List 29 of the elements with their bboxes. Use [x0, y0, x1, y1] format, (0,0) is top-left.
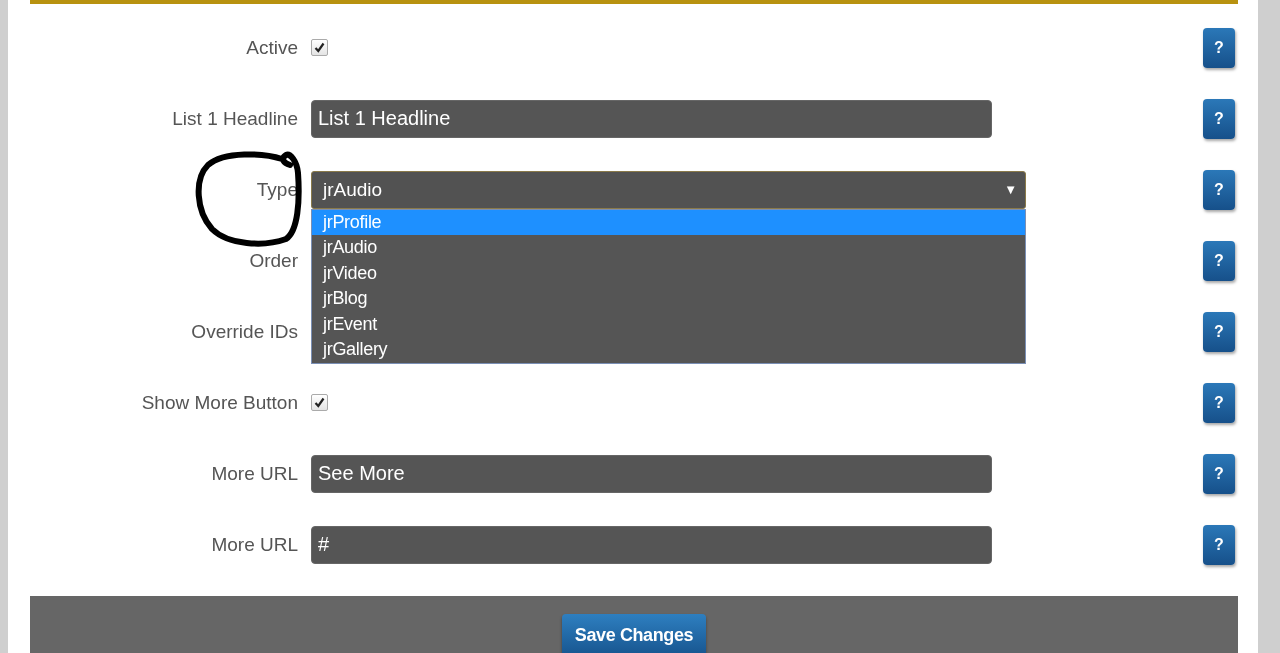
help-button[interactable]: ?: [1203, 27, 1235, 68]
field-label: More URL: [211, 533, 298, 556]
help-button[interactable]: ?: [1203, 524, 1235, 565]
text-field[interactable]: #: [311, 525, 992, 564]
text-field[interactable]: See More: [311, 454, 992, 493]
help-button[interactable]: ?: [1203, 98, 1235, 139]
dropdown-option[interactable]: jrVideo: [312, 260, 1025, 287]
help-button[interactable]: ?: [1203, 311, 1235, 352]
dropdown-option[interactable]: jrAudio: [312, 235, 1025, 261]
field-label: Override IDs: [191, 320, 298, 343]
dropdown-option[interactable]: jrBlog: [312, 286, 1025, 312]
text-field[interactable]: List 1 Headline: [311, 99, 992, 138]
field-label: Active: [246, 36, 298, 59]
checkbox[interactable]: [311, 394, 328, 411]
checkbox[interactable]: [311, 39, 328, 56]
type-dropdown[interactable]: jrAudio ▼: [311, 170, 1026, 209]
field-label: Order: [249, 249, 298, 272]
dropdown-option[interactable]: jrProfile: [312, 209, 1025, 236]
dropdown-option[interactable]: jrEvent: [312, 311, 1025, 338]
dropdown-option[interactable]: jrGallery: [312, 337, 1025, 364]
field-label: Type: [256, 178, 298, 201]
help-button[interactable]: ?: [1203, 453, 1235, 494]
help-button[interactable]: ?: [1203, 382, 1235, 423]
field-label: More URL: [211, 462, 298, 485]
field-label: Show More Button: [141, 391, 298, 414]
field-label: List 1 Headline: [172, 107, 298, 130]
help-button[interactable]: ?: [1203, 240, 1235, 281]
save-button[interactable]: Save Changes: [561, 614, 707, 653]
help-button[interactable]: ?: [1203, 169, 1235, 210]
